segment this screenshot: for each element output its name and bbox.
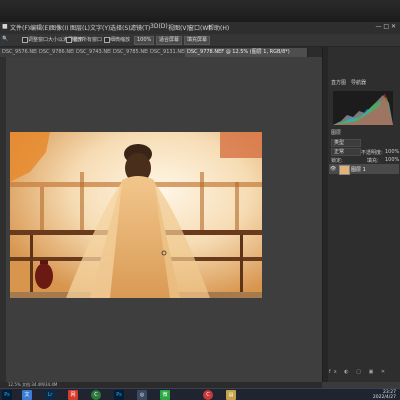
tab-document[interactable]: DSC_9785.NEF — [111, 48, 150, 57]
canvas-area[interactable] — [6, 57, 322, 382]
zoom-tool-icon[interactable]: 🔍 — [2, 36, 8, 42]
tab-document[interactable]: DSC_9576.NEF — [0, 48, 39, 57]
menu-3d[interactable]: 3D(D) — [150, 23, 168, 30]
menu-file[interactable]: 文件(F) — [10, 23, 30, 32]
app-red-taskbar-icon[interactable]: C — [203, 390, 213, 400]
zoom-all-label: 缩放所有窗口 — [72, 37, 103, 43]
histogram-graph — [333, 93, 393, 125]
tab-document[interactable]: DSC_9786.NEF — [37, 48, 76, 57]
document-image[interactable] — [10, 132, 262, 298]
tab-active-document[interactable]: DSC_9778.NEF @ 12.5% (图层 1, RGB/8*) — [185, 48, 308, 57]
histogram-chart — [333, 91, 393, 125]
system-tray-clock[interactable]: 23:27 2022/4/27 — [373, 390, 396, 400]
fill-value[interactable]: 100% — [385, 157, 399, 163]
lightroom-taskbar-icon[interactable]: Lr — [45, 390, 55, 400]
netease-taskbar-icon[interactable]: 网 — [68, 390, 78, 400]
menu-help[interactable]: 帮助(H) — [208, 23, 229, 32]
visibility-eye-icon[interactable]: 👁 — [330, 166, 336, 172]
panel-icon-strip[interactable] — [323, 47, 328, 382]
taskbar: Ps 文 Lr 网 C Ps ◎ 微 C ▤ 23:27 2022/4/27 — [0, 388, 400, 400]
opacity-value[interactable]: 100% — [385, 149, 399, 155]
window-controls[interactable]: — □ ✕ — [375, 23, 396, 30]
fit-screen-button[interactable]: 适合屏幕 — [156, 36, 183, 45]
fill-label: 填充: — [367, 158, 379, 164]
document-tab-bar: DSC_9576.NEF DSC_9786.NEF DSC_9743.NEF D… — [0, 47, 322, 57]
photoshop-window: ■ 文件(F) 编辑(E) 图像(I) 图层(L) 文字(Y) 选择(S) 滤镜… — [0, 22, 400, 400]
explorer-taskbar-icon[interactable]: 文 — [22, 390, 32, 400]
menu-filter[interactable]: 滤镜(T) — [130, 23, 150, 32]
files-taskbar-icon[interactable]: ▤ — [226, 390, 236, 400]
tab-layers[interactable]: 图层 — [331, 129, 341, 137]
wechat-taskbar-icon[interactable]: 微 — [160, 390, 170, 400]
tab-histogram[interactable]: 直方图 — [331, 79, 346, 87]
layer-thumbnail — [339, 165, 350, 175]
options-bar: 🔍 调整窗口大小以满屏显示 缩放所有窗口 细微缩放 100% 适合屏幕 填充屏幕 — [0, 34, 400, 47]
opacity-label: 不透明度: — [361, 150, 383, 156]
tab-document[interactable]: DSC_9743.NEF — [74, 48, 113, 57]
scrubby-zoom-label: 细微缩放 — [110, 37, 131, 43]
app-taskbar-icon[interactable]: ◎ — [137, 390, 147, 400]
clock-date: 2022/4/27 — [372, 395, 396, 400]
menu-layer[interactable]: 图层(L) — [70, 23, 90, 32]
layers-footer-icons[interactable]: fx ◐ ▢ ▣ ✕ — [329, 369, 399, 377]
menu-type[interactable]: 文字(Y) — [90, 23, 110, 32]
tab-navigator[interactable]: 导航器 — [351, 79, 366, 87]
blend-mode-select[interactable]: 正常 — [331, 148, 361, 156]
layer-name[interactable]: 图层 1 — [351, 166, 366, 173]
layer-row[interactable]: 👁 图层 1 — [329, 164, 399, 175]
menu-edit[interactable]: 编辑(E) — [30, 23, 50, 32]
menu-image[interactable]: 图像(I) — [50, 23, 68, 32]
zoom-100-button[interactable]: 100% — [134, 36, 155, 45]
menu-view[interactable]: 视图(V) — [168, 23, 189, 32]
fill-screen-button[interactable]: 填充屏幕 — [184, 36, 211, 45]
tab-document[interactable]: DSC_9131.NEF — [148, 48, 187, 57]
ps-logo-icon[interactable]: ■ — [2, 23, 8, 30]
photoshop-alt-taskbar-icon[interactable]: Ps — [114, 390, 124, 400]
chrome-taskbar-icon[interactable]: C — [91, 390, 101, 400]
layer-kind-filter[interactable]: 类型 — [331, 139, 361, 147]
photoshop-taskbar-icon[interactable]: Ps — [2, 390, 12, 400]
photo-content — [10, 132, 262, 298]
right-panels: 直方图 导航器 图层 类型 正常 不透明度: 100% 锁定: 填充: 100%… — [322, 47, 400, 382]
lock-label: 锁定: — [331, 158, 343, 164]
menu-select[interactable]: 选择(S) — [110, 23, 131, 32]
